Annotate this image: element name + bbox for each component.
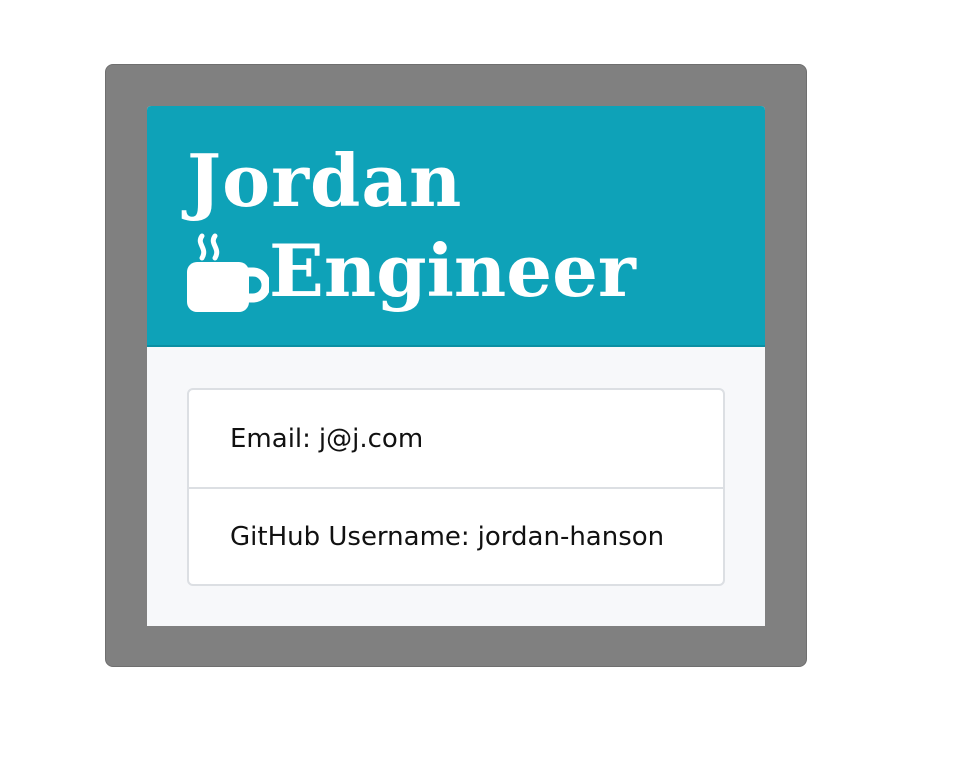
- employee-role: Engineer: [269, 228, 636, 313]
- email-value[interactable]: j@j.com: [319, 424, 423, 454]
- employee-name: Jordan: [187, 138, 463, 223]
- github-value[interactable]: jordan-hanson: [478, 522, 664, 552]
- email-label: Email:: [230, 423, 311, 454]
- employee-card-frame: Jordan Engineer Email: j@j.com GitHub Us…: [105, 64, 807, 667]
- github-label: GitHub Username:: [230, 521, 470, 552]
- coffee-mug-icon: [187, 232, 271, 316]
- github-item: GitHub Username: jordan-hanson: [189, 487, 723, 584]
- card-body: Email: j@j.com GitHub Username: jordan-h…: [147, 347, 765, 586]
- employee-card: Jordan Engineer Email: j@j.com GitHub Us…: [147, 106, 765, 626]
- card-header: Jordan Engineer: [147, 106, 765, 347]
- details-list: Email: j@j.com GitHub Username: jordan-h…: [187, 388, 725, 586]
- employee-role-line: Engineer: [187, 226, 765, 316]
- email-item: Email: j@j.com: [189, 390, 723, 487]
